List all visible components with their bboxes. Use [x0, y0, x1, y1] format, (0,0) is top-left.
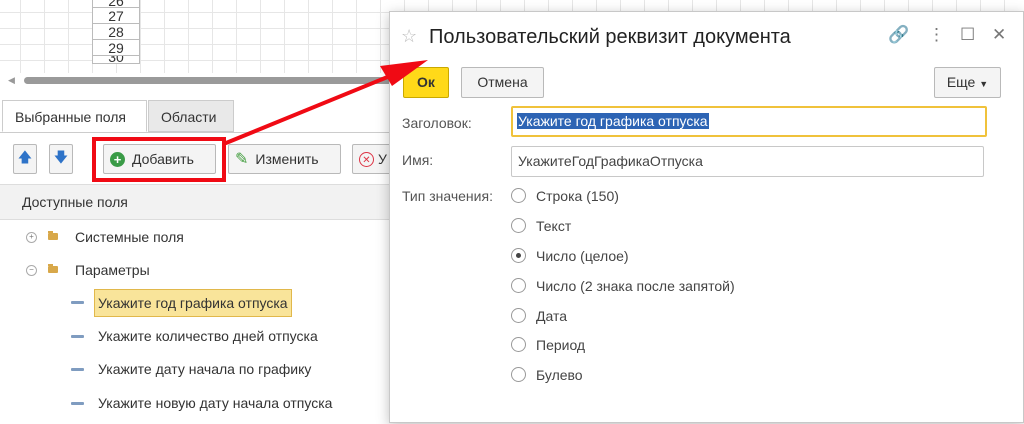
tab-areas[interactable]: Области [148, 100, 234, 132]
type-option-label: Число (целое) [536, 248, 629, 264]
value-type-label: Тип значения: [402, 188, 493, 204]
delete-icon: ✕ [359, 151, 374, 167]
type-option-label: Период [536, 337, 586, 353]
tree-label: Системные поля [75, 229, 184, 245]
row-number: 30 [93, 56, 139, 64]
title-field[interactable]: Укажите год графика отпуска [511, 106, 987, 137]
custom-attribute-dialog: ☆ Пользовательский реквизит документа 🔗 … [389, 11, 1024, 423]
radio-button-checked[interactable] [511, 248, 526, 263]
arrow-down-icon: 🡇 [53, 149, 69, 165]
tree-item[interactable]: Укажите новую дату начала отпуска [0, 389, 392, 417]
annotation-highlight-box [92, 137, 226, 182]
field-icon [71, 335, 84, 338]
folder-icon [48, 264, 58, 273]
name-field[interactable]: УкажитеГодГрафикаОтпуска [511, 146, 984, 177]
chevron-down-icon: ▼ [979, 79, 989, 89]
radio-button[interactable] [511, 278, 526, 293]
type-option-label: Дата [536, 308, 568, 324]
row-number: 27 [93, 8, 139, 24]
tree-item[interactable]: Укажите дату начала по графику [0, 355, 392, 383]
radio-button[interactable] [511, 218, 526, 233]
row-number: 26 [93, 0, 139, 8]
move-down-button[interactable]: 🡇 [49, 144, 73, 174]
arrow-up-icon: 🡅 [17, 149, 33, 165]
more-button-label: Еще [946, 74, 976, 90]
type-option-label: Булево [536, 367, 583, 383]
delete-button-label: У [378, 151, 387, 167]
title-label: Заголовок: [402, 115, 472, 131]
tree-item-label-selected: Укажите год графика отпуска [94, 289, 292, 317]
field-icon [71, 368, 84, 371]
favorite-star-icon[interactable]: ☆ [401, 26, 417, 47]
row-number: 29 [93, 40, 139, 56]
name-label: Имя: [402, 152, 434, 168]
ok-button[interactable]: Ок [403, 67, 449, 98]
folder-icon [48, 231, 58, 240]
pencil-icon: ✎ [235, 151, 249, 168]
available-fields-header: Доступные поля [0, 185, 392, 220]
delete-button[interactable]: ✕ У [352, 144, 392, 174]
dialog-title: Пользовательский реквизит документа [429, 26, 791, 48]
title-field-value: Укажите год графика отпуска [517, 113, 709, 129]
tree-item-label: Укажите новую дату начала отпуска [98, 395, 333, 411]
type-option-label: Текст [536, 218, 572, 234]
row-number: 28 [93, 24, 139, 40]
tree-node-parameters[interactable]: − Параметры [0, 256, 392, 284]
scroll-left-icon[interactable]: ◀ [8, 75, 15, 86]
type-option-label: Число (2 знака после запятой) [536, 278, 735, 294]
row-numbers: 26 27 28 29 30 [92, 0, 140, 64]
more-options-icon[interactable]: ⋮ [928, 25, 945, 45]
scrollbar-thumb[interactable] [24, 77, 392, 84]
field-icon [71, 301, 84, 304]
expand-icon[interactable]: + [26, 232, 37, 243]
field-icon [71, 402, 84, 405]
edit-button-label: Изменить [255, 151, 319, 167]
tree-item[interactable]: Укажите количество дней отпуска [0, 322, 392, 350]
tree-item[interactable]: Укажите год графика отпуска [0, 288, 392, 317]
collapse-icon[interactable]: − [26, 265, 37, 276]
radio-button[interactable] [511, 337, 526, 352]
radio-button[interactable] [511, 188, 526, 203]
cancel-button[interactable]: Отмена [461, 67, 544, 98]
maximize-icon[interactable]: ☐ [960, 25, 975, 45]
move-up-button[interactable]: 🡅 [13, 144, 37, 174]
edit-button[interactable]: ✎ Изменить [228, 144, 341, 174]
tree-item-label: Укажите дату начала по графику [98, 361, 312, 377]
tree-item-label: Укажите количество дней отпуска [98, 328, 318, 344]
tree-label: Параметры [75, 262, 150, 278]
horizontal-scrollbar[interactable]: ◀ [0, 73, 392, 87]
radio-button[interactable] [511, 308, 526, 323]
radio-button[interactable] [511, 367, 526, 382]
type-option-label: Строка (150) [536, 188, 619, 204]
tab-selected-fields[interactable]: Выбранные поля [2, 100, 147, 132]
tree-node-system-fields[interactable]: + Системные поля [0, 223, 392, 251]
more-button[interactable]: Еще ▼ [934, 67, 1001, 98]
link-icon[interactable]: 🔗 [888, 25, 909, 45]
panel-tabs: Выбранные поля Области [0, 100, 392, 133]
available-fields-list: Доступные поля + Системные поля − Параме… [0, 184, 392, 424]
close-icon[interactable]: ✕ [992, 25, 1006, 45]
